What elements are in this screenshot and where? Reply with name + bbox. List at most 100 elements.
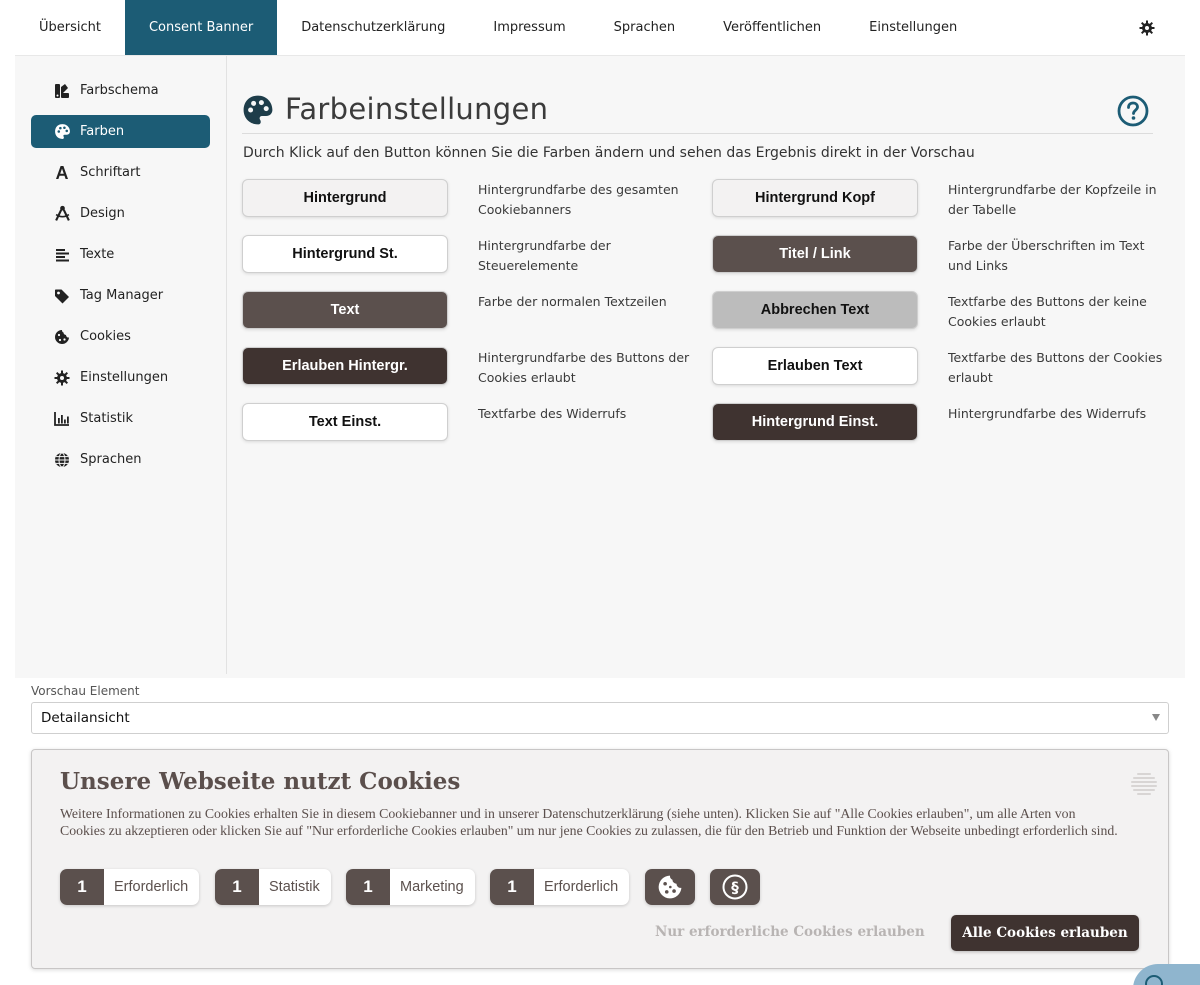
gear-icon[interactable] — [1139, 20, 1155, 36]
chevron-down-icon — [1152, 714, 1160, 721]
cookie-settings-button[interactable] — [645, 869, 695, 905]
sidebar-item-label: Sprachen — [80, 452, 142, 467]
tab-uebersicht[interactable]: Übersicht — [15, 0, 125, 55]
category-label: Erforderlich — [114, 879, 189, 895]
banner-title: Unsere Webseite nutzt Cookies — [60, 768, 461, 795]
category-erforderlich-2[interactable]: 1 Erforderlich — [490, 869, 630, 905]
color-button-label: Abbrechen Text — [760, 302, 870, 318]
font-icon — [53, 164, 71, 182]
sidebar-item-label: Farben — [80, 124, 125, 139]
color-button-label: Hintergrund Kopf — [754, 190, 875, 206]
cookie-icon — [53, 328, 71, 346]
color-button-label: Erlauben Hintergr. — [282, 358, 408, 374]
collapse-lines-icon[interactable] — [1128, 768, 1160, 800]
palette-icon — [243, 95, 273, 125]
tab-einstellungen[interactable]: Einstellungen — [845, 0, 981, 55]
color-button-text[interactable]: Text — [242, 291, 448, 329]
sidebar-item-label: Statistik — [80, 411, 134, 426]
sidebar-item-statistik[interactable]: Statistik — [31, 402, 210, 435]
category-erforderlich[interactable]: 1 Erforderlich — [60, 869, 200, 905]
color-description: Farbe der Überschriften im Text und Link… — [948, 238, 1145, 273]
sidebar-item-schriftart[interactable]: Schriftart — [31, 156, 210, 189]
sidebar-item-tag-manager[interactable]: Tag Manager — [31, 279, 210, 312]
tag-icon — [53, 287, 71, 305]
color-description: Hintergrundfarbe der Steuerelemente — [478, 238, 611, 273]
sidebar-item-farben[interactable]: Farben — [31, 115, 210, 148]
sidebar-item-cookies[interactable]: Cookies — [31, 320, 210, 353]
help-icon — [1145, 975, 1163, 985]
sidebar-item-farbschema[interactable]: Farbschema — [31, 74, 210, 107]
workspace: Farbschema Farben Schriftart Design Text… — [15, 56, 1185, 678]
preview-element-select[interactable]: Detailansicht — [31, 702, 1169, 734]
color-description: Textfarbe des Widerrufs — [478, 406, 627, 421]
color-button-label: Hintergrund — [303, 190, 387, 206]
sidebar-item-texte[interactable]: Texte — [31, 238, 210, 271]
category-statistik[interactable]: 1 Statistik — [215, 869, 331, 905]
page-header: Farbeinstellungen — [242, 90, 1153, 134]
page-edge — [0, 0, 15, 985]
category-count: 1 — [215, 869, 259, 905]
category-marketing[interactable]: 1 Marketing — [346, 869, 475, 905]
help-icon[interactable] — [1117, 95, 1149, 127]
tab-consent-banner[interactable]: Consent Banner — [124, 0, 278, 55]
banner-description: Weitere Informationen zu Cookies erhalte… — [60, 806, 1118, 838]
color-description: Hintergrundfarbe des Buttons der Cookies… — [478, 350, 690, 385]
color-button-label: Hintergrund Einst. — [751, 414, 879, 430]
color-button-hintergrund-kopf[interactable]: Hintergrund Kopf — [712, 179, 918, 217]
color-button-hintergrund-einst[interactable]: Hintergrund Einst. — [712, 403, 918, 441]
legal-button[interactable]: § — [710, 869, 760, 905]
sidebar-item-label: Cookies — [80, 329, 131, 344]
palette-icon — [53, 123, 71, 141]
sidebar-item-design[interactable]: Design — [31, 197, 210, 230]
align-left-icon — [53, 246, 71, 264]
tab-sprachen[interactable]: Sprachen — [590, 0, 699, 55]
color-button-text-einst[interactable]: Text Einst. — [242, 403, 448, 441]
sidebar-item-label: Farbschema — [80, 83, 159, 98]
color-description: Textfarbe des Buttons der Cookies erlaub… — [948, 350, 1163, 385]
preview-selected-value: Detailansicht — [41, 710, 130, 726]
sidebar-item-label: Texte — [80, 247, 115, 262]
swatchbook-icon — [53, 82, 71, 100]
color-description: Hintergrundfarbe der Kopfzeile in der Ta… — [948, 182, 1157, 217]
color-button-abbrechen-text[interactable]: Abbrechen Text — [712, 291, 918, 329]
paragraph-icon: § — [722, 874, 748, 900]
intro-text: Durch Klick auf den Button können Sie di… — [243, 145, 975, 161]
color-description: Hintergrundfarbe des gesamten Cookiebann… — [478, 182, 679, 217]
color-button-label: Hintergrund St. — [292, 246, 398, 262]
category-label: Marketing — [400, 879, 464, 895]
cookie-icon — [658, 875, 682, 899]
color-description: Hintergrundfarbe des Widerrufs — [948, 406, 1147, 421]
color-button-label: Erlauben Text — [767, 358, 863, 374]
top-navigation: Übersicht Consent Banner Datenschutzerkl… — [15, 0, 1185, 56]
sidebar-item-label: Tag Manager — [80, 288, 164, 303]
category-count: 1 — [346, 869, 390, 905]
gear-icon — [53, 369, 71, 387]
tab-veroeffentlichen[interactable]: Veröffentlichen — [699, 0, 845, 55]
color-button-erlauben-text[interactable]: Erlauben Text — [712, 347, 918, 385]
cookie-banner-preview: Unsere Webseite nutzt Cookies Weitere In… — [31, 749, 1169, 969]
accept-all-cookies-button[interactable]: Alle Cookies erlauben — [951, 915, 1139, 951]
color-button-label: Text — [330, 302, 360, 318]
color-button-hintergrund[interactable]: Hintergrund — [242, 179, 448, 217]
color-button-titel-link[interactable]: Titel / Link — [712, 235, 918, 273]
color-button-erlauben-hintergr[interactable]: Erlauben Hintergr. — [242, 347, 448, 385]
color-button-label: Text Einst. — [308, 414, 382, 430]
sidebar-item-label: Einstellungen — [80, 370, 169, 385]
svg-text:§: § — [731, 879, 739, 897]
sidebar-item-label: Schriftart — [80, 165, 141, 180]
sidebar-item-sprachen[interactable]: Sprachen — [31, 443, 210, 476]
sidebar-item-label: Design — [80, 206, 125, 221]
compass-drafting-icon — [53, 205, 71, 223]
category-label: Statistik — [269, 879, 320, 895]
tab-datenschutzerklaerung[interactable]: Datenschutzerklärung — [277, 0, 469, 55]
tab-impressum[interactable]: Impressum — [469, 0, 589, 55]
preview-label: Vorschau Element — [31, 684, 140, 698]
color-description: Textfarbe des Buttons der keine Cookies … — [948, 294, 1147, 329]
chart-column-icon — [53, 410, 71, 428]
category-count: 1 — [60, 869, 104, 905]
globe-icon — [53, 451, 71, 469]
sidebar: Farbschema Farben Schriftart Design Text… — [15, 56, 227, 674]
sidebar-item-einstellungen[interactable]: Einstellungen — [31, 361, 210, 394]
decline-cookies-button[interactable]: Nur erforderliche Cookies erlauben — [655, 924, 925, 940]
color-button-hintergrund-st[interactable]: Hintergrund St. — [242, 235, 448, 273]
